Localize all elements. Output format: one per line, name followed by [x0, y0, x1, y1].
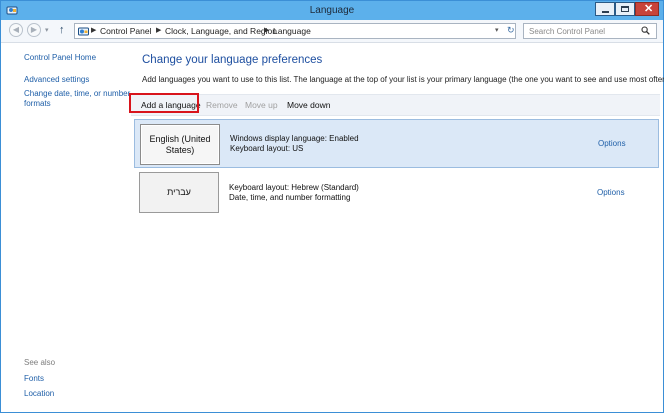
language-row-hebrew[interactable]: עברית Keyboard layout: Hebrew (Standard)…: [134, 168, 659, 217]
location-link[interactable]: Location: [24, 389, 54, 399]
remove-button[interactable]: Remove: [206, 100, 238, 110]
up-arrow-icon[interactable]: ↑: [59, 23, 65, 37]
advanced-settings-link[interactable]: Advanced settings: [24, 75, 89, 85]
forward-icon[interactable]: ▶: [27, 23, 41, 37]
fonts-link[interactable]: Fonts: [24, 374, 44, 384]
left-navigation: Control Panel Home Advanced settings Cha…: [1, 42, 131, 412]
address-bar: ◀ ▶ ▾ ↑ ▶ Control Panel ▶ Clock, Languag…: [1, 20, 663, 43]
language-window: Language ✕ ◀ ▶ ▾ ↑ ▶ Control Panel ▶ Clo…: [0, 0, 664, 413]
title-bar: Language ✕: [1, 1, 663, 20]
control-panel-icon: [78, 27, 89, 36]
language-info: Keyboard layout: US: [230, 144, 304, 153]
intro-text: Add languages you want to use to this li…: [142, 75, 664, 84]
language-tile[interactable]: English (United States): [140, 124, 220, 165]
maximize-icon: [621, 6, 629, 12]
breadcrumb-clock-language-region[interactable]: Clock, Language, and Region: [165, 26, 277, 36]
options-link[interactable]: Options: [598, 139, 626, 148]
search-icon[interactable]: [641, 26, 650, 35]
highlight-box: [129, 93, 199, 113]
page-title: Change your language preferences: [142, 54, 323, 66]
see-also-label: See also: [24, 358, 56, 367]
close-button[interactable]: ✕: [635, 2, 659, 16]
options-link[interactable]: Options: [597, 188, 625, 197]
change-date-time-link-formats[interactable]: formats: [24, 99, 51, 109]
language-tile[interactable]: עברית: [139, 172, 219, 213]
chevron-down-icon[interactable]: ▾: [495, 26, 499, 34]
breadcrumb-separator[interactable]: ▶: [156, 26, 161, 34]
move-down-button[interactable]: Move down: [287, 100, 330, 110]
breadcrumb-language[interactable]: Language: [273, 26, 311, 36]
close-icon: ✕: [644, 3, 654, 15]
language-info: Windows display language: Enabled: [230, 134, 359, 143]
minimize-button[interactable]: [595, 2, 615, 16]
search-placeholder: Search Control Panel: [529, 27, 606, 36]
move-up-button[interactable]: Move up: [245, 100, 278, 110]
back-icon[interactable]: ◀: [9, 23, 23, 37]
refresh-icon[interactable]: ↻: [507, 25, 515, 36]
breadcrumb-separator[interactable]: ▶: [91, 26, 96, 34]
search-input[interactable]: Search Control Panel: [523, 23, 657, 39]
breadcrumb-control-panel[interactable]: Control Panel: [100, 26, 152, 36]
language-info: Date, time, and number formatting: [229, 193, 351, 202]
breadcrumb[interactable]: ▶ Control Panel ▶ Clock, Language, and R…: [74, 23, 516, 39]
minimize-icon: [602, 11, 609, 13]
language-toolbar: Add a language Remove Move up Move down: [131, 94, 660, 116]
change-date-time-link[interactable]: Change date, time, or number: [24, 89, 130, 99]
language-info: Keyboard layout: Hebrew (Standard): [229, 183, 359, 192]
language-row-english[interactable]: English (United States) Windows display …: [134, 119, 659, 168]
breadcrumb-separator[interactable]: ▶: [264, 26, 269, 34]
recent-pages-dropdown[interactable]: ▾: [45, 26, 49, 34]
window-title: Language: [309, 5, 355, 16]
control-panel-home-link[interactable]: Control Panel Home: [24, 53, 96, 63]
maximize-button[interactable]: [615, 2, 635, 16]
